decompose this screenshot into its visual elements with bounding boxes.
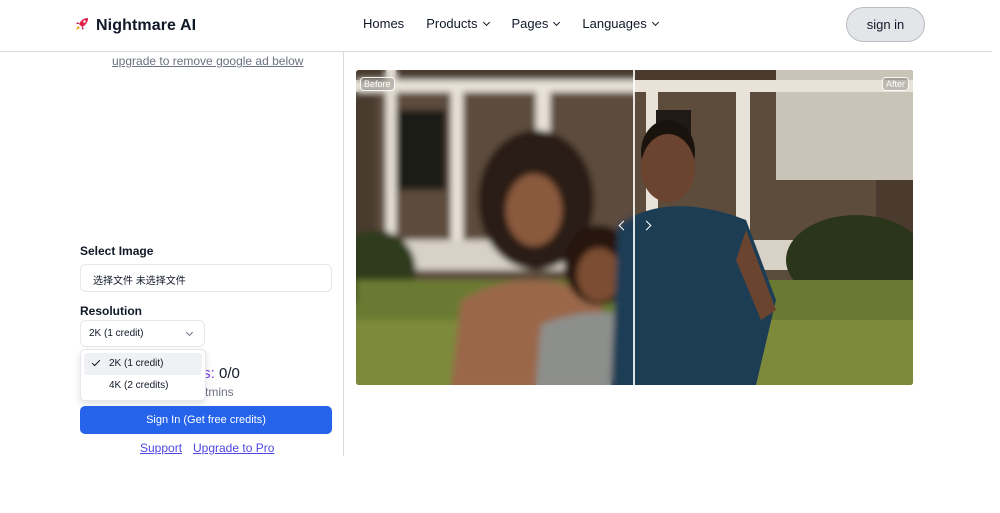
check-icon — [91, 357, 101, 367]
comparison-image — [356, 70, 913, 385]
file-input[interactable]: 选择文件 未选择文件 — [80, 264, 332, 292]
nav-products-label: Products — [426, 16, 478, 31]
chevron-down-icon — [482, 18, 490, 26]
sign-in-button[interactable]: sign in — [846, 7, 925, 42]
resolution-dropdown: 2K (1 credit) 4K (2 credits) — [80, 349, 206, 401]
sign-in-free-credits-button[interactable]: Sign In (Get free credits) — [80, 406, 332, 434]
chevron-down-icon — [185, 328, 194, 337]
resolution-option-4k[interactable]: 4K (2 credits) — [84, 375, 202, 397]
brand-name: Nightmare AI — [96, 17, 197, 34]
nav-pages[interactable]: Pages — [511, 16, 561, 31]
resolution-option-label: 2K (1 credit) — [109, 358, 164, 369]
nav-pages-label: Pages — [511, 16, 549, 31]
after-badge: After — [881, 77, 909, 91]
nav-homes-label: Homes — [363, 16, 405, 31]
upgrade-to-pro-link[interactable]: Upgrade to Pro — [193, 441, 274, 455]
resolution-option-label: 4K (2 credits) — [109, 380, 169, 391]
resolution-selected-value: 2K (1 credit) — [89, 328, 144, 339]
resolution-option-2k[interactable]: 2K (1 credit) — [84, 353, 202, 375]
before-after-comparison[interactable]: Before After — [356, 70, 913, 385]
resolution-select[interactable]: 2K (1 credit) — [80, 320, 205, 347]
upgrade-remove-ad-link[interactable]: upgrade to remove google ad below — [112, 54, 303, 68]
support-link[interactable]: Support — [140, 441, 182, 455]
nav-languages-label: Languages — [582, 16, 647, 31]
panel-divider — [343, 52, 344, 456]
main-nav: Homes Products Pages Languages — [363, 16, 659, 31]
top-navbar: Nightmare AI Homes Products Pages Langua… — [0, 0, 992, 52]
rocket-icon — [74, 16, 90, 37]
nav-homes[interactable]: Homes — [363, 16, 404, 31]
nav-languages[interactable]: Languages — [582, 16, 659, 31]
resolution-label: Resolution — [80, 304, 142, 318]
nav-products[interactable]: Products — [426, 16, 490, 31]
comparison-slider-line[interactable] — [633, 70, 635, 385]
select-image-label: Select Image — [80, 244, 154, 258]
brand-logo[interactable]: Nightmare AI — [74, 14, 196, 38]
chevron-down-icon — [553, 18, 561, 26]
before-badge: Before — [360, 77, 395, 91]
chevron-down-icon — [651, 18, 659, 26]
time-estimate: tmins — [205, 385, 234, 399]
credits-value: 0/0 — [219, 365, 240, 382]
